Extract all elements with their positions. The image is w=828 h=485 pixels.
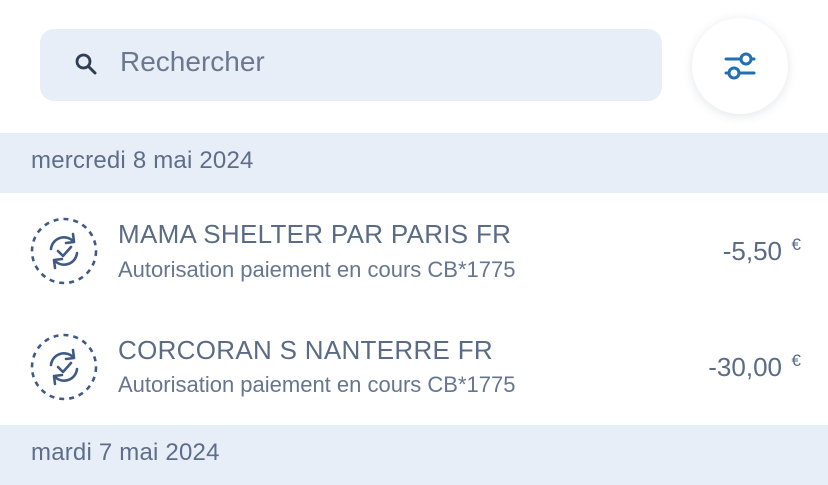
filter-button[interactable]: [692, 18, 788, 114]
transaction-title: MAMA SHELTER PAR PARIS FR: [118, 219, 512, 249]
currency-symbol: €: [791, 235, 801, 254]
transaction-title: CORCORAN S NANTERRE FR: [118, 335, 493, 365]
pending-sync-icon: [30, 217, 98, 285]
transaction-row[interactable]: CORCORAN S NANTERRE FR Autorisation paie…: [0, 309, 828, 425]
transaction-amount: -5,50: [722, 236, 782, 266]
pending-sync-icon: [30, 333, 98, 401]
transaction-row[interactable]: MAMA SHELTER PAR PARIS FR Autorisation p…: [0, 193, 828, 309]
currency-symbol: €: [791, 351, 801, 370]
date-label: mardi 7 mai 2024: [31, 439, 220, 466]
transaction-amount: -30,00: [708, 352, 782, 382]
date-header: mardi 7 mai 2024: [0, 425, 828, 485]
transaction-subtitle: Autorisation paiement en cours CB*1775: [118, 372, 516, 397]
date-header: mercredi 8 mai 2024: [0, 133, 828, 193]
search-input[interactable]: Rechercher: [120, 44, 265, 80]
sliders-icon: [724, 52, 756, 80]
date-label: mercredi 8 mai 2024: [31, 147, 254, 174]
top-bar: Rechercher: [0, 0, 828, 133]
search-icon: [75, 53, 97, 75]
transaction-subtitle: Autorisation paiement en cours CB*1775: [118, 257, 516, 282]
